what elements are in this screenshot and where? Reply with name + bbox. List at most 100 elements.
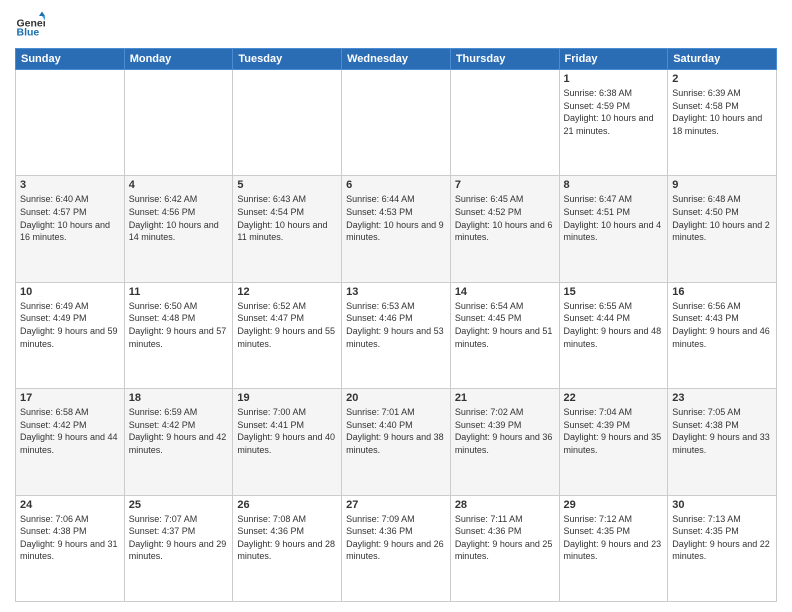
day-cell (450, 70, 559, 176)
day-cell: 20Sunrise: 7:01 AM Sunset: 4:40 PM Dayli… (342, 389, 451, 495)
week-row-4: 24Sunrise: 7:06 AM Sunset: 4:38 PM Dayli… (16, 495, 777, 601)
calendar-table: SundayMondayTuesdayWednesdayThursdayFrid… (15, 48, 777, 602)
day-number: 12 (237, 286, 337, 298)
day-info: Sunrise: 7:02 AM Sunset: 4:39 PM Dayligh… (455, 406, 555, 456)
calendar: SundayMondayTuesdayWednesdayThursdayFrid… (15, 48, 777, 602)
day-number: 4 (129, 179, 229, 191)
logo: General Blue (15, 10, 45, 40)
day-info: Sunrise: 6:55 AM Sunset: 4:44 PM Dayligh… (564, 300, 664, 350)
day-info: Sunrise: 7:04 AM Sunset: 4:39 PM Dayligh… (564, 406, 664, 456)
day-cell (124, 70, 233, 176)
day-number: 22 (564, 392, 664, 404)
day-info: Sunrise: 6:45 AM Sunset: 4:52 PM Dayligh… (455, 193, 555, 243)
day-number: 18 (129, 392, 229, 404)
day-info: Sunrise: 6:48 AM Sunset: 4:50 PM Dayligh… (672, 193, 772, 243)
day-cell (233, 70, 342, 176)
day-number: 3 (20, 179, 120, 191)
day-number: 14 (455, 286, 555, 298)
header: General Blue (15, 10, 777, 40)
day-number: 10 (20, 286, 120, 298)
day-info: Sunrise: 6:54 AM Sunset: 4:45 PM Dayligh… (455, 300, 555, 350)
day-cell: 9 Sunrise: 6:48 AM Sunset: 4:50 PM Daylig… (668, 176, 777, 282)
day-info: Sunrise: 6:49 AM Sunset: 4:49 PM Dayligh… (20, 300, 120, 350)
week-row-2: 10 Sunrise: 6:49 AM Sunset: 4:49 PM Dayli… (16, 282, 777, 388)
day-info: Sunrise: 6:50 AM Sunset: 4:48 PM Dayligh… (129, 300, 229, 350)
weekday-header-thursday: Thursday (450, 49, 559, 70)
day-cell: 6 Sunrise: 6:44 AM Sunset: 4:53 PM Daylig… (342, 176, 451, 282)
day-info: Sunrise: 7:12 AM Sunset: 4:35 PM Dayligh… (564, 513, 664, 563)
day-cell: 4 Sunrise: 6:42 AM Sunset: 4:56 PM Daylig… (124, 176, 233, 282)
day-number: 17 (20, 392, 120, 404)
day-cell: 15 Sunrise: 6:55 AM Sunset: 4:44 PM Dayli… (559, 282, 668, 388)
weekday-header-monday: Monday (124, 49, 233, 70)
day-cell: 21 Sunrise: 7:02 AM Sunset: 4:39 PM Dayli… (450, 389, 559, 495)
day-number: 23 (672, 392, 772, 404)
day-cell: 12Sunrise: 6:52 AM Sunset: 4:47 PM Dayli… (233, 282, 342, 388)
day-cell: 29 Sunrise: 7:12 AM Sunset: 4:35 PM Dayli… (559, 495, 668, 601)
day-info: Sunrise: 6:38 AM Sunset: 4:59 PM Dayligh… (564, 87, 664, 137)
day-cell: 28Sunrise: 7:11 AM Sunset: 4:36 PM Dayli… (450, 495, 559, 601)
svg-text:Blue: Blue (17, 27, 40, 39)
logo-icon: General Blue (15, 10, 45, 40)
day-info: Sunrise: 7:06 AM Sunset: 4:38 PM Dayligh… (20, 513, 120, 563)
day-info: Sunrise: 7:09 AM Sunset: 4:36 PM Dayligh… (346, 513, 446, 563)
day-cell: 17Sunrise: 6:58 AM Sunset: 4:42 PM Dayli… (16, 389, 125, 495)
day-info: Sunrise: 6:59 AM Sunset: 4:42 PM Dayligh… (129, 406, 229, 456)
day-number: 16 (672, 286, 772, 298)
day-number: 13 (346, 286, 446, 298)
day-cell: 13 Sunrise: 6:53 AM Sunset: 4:46 PM Dayli… (342, 282, 451, 388)
day-info: Sunrise: 6:56 AM Sunset: 4:43 PM Dayligh… (672, 300, 772, 350)
day-number: 5 (237, 179, 337, 191)
day-info: Sunrise: 6:44 AM Sunset: 4:53 PM Dayligh… (346, 193, 446, 243)
weekday-header-saturday: Saturday (668, 49, 777, 70)
day-number: 26 (237, 499, 337, 511)
day-number: 20 (346, 392, 446, 404)
day-number: 15 (564, 286, 664, 298)
day-number: 2 (672, 73, 772, 85)
day-cell: 8 Sunrise: 6:47 AM Sunset: 4:51 PM Daylig… (559, 176, 668, 282)
day-number: 25 (129, 499, 229, 511)
weekday-header-friday: Friday (559, 49, 668, 70)
day-number: 6 (346, 179, 446, 191)
day-cell: 7 Sunrise: 6:45 AM Sunset: 4:52 PM Daylig… (450, 176, 559, 282)
day-cell: 22 Sunrise: 7:04 AM Sunset: 4:39 PM Dayli… (559, 389, 668, 495)
day-info: Sunrise: 6:43 AM Sunset: 4:54 PM Dayligh… (237, 193, 337, 243)
day-info: Sunrise: 7:13 AM Sunset: 4:35 PM Dayligh… (672, 513, 772, 563)
day-cell: 23 Sunrise: 7:05 AM Sunset: 4:38 PM Dayli… (668, 389, 777, 495)
day-number: 8 (564, 179, 664, 191)
weekday-header-sunday: Sunday (16, 49, 125, 70)
weekday-header-wednesday: Wednesday (342, 49, 451, 70)
day-info: Sunrise: 6:47 AM Sunset: 4:51 PM Dayligh… (564, 193, 664, 243)
day-cell: 26 Sunrise: 7:08 AM Sunset: 4:36 PM Dayli… (233, 495, 342, 601)
week-row-1: 3Sunrise: 6:40 AM Sunset: 4:57 PM Daylig… (16, 176, 777, 282)
day-cell: 18 Sunrise: 6:59 AM Sunset: 4:42 PM Dayli… (124, 389, 233, 495)
calendar-page: General Blue SundayMondayTuesdayWednesda… (0, 0, 792, 612)
day-number: 9 (672, 179, 772, 191)
day-cell: 10 Sunrise: 6:49 AM Sunset: 4:49 PM Dayli… (16, 282, 125, 388)
day-number: 30 (672, 499, 772, 511)
day-info: Sunrise: 7:05 AM Sunset: 4:38 PM Dayligh… (672, 406, 772, 456)
day-number: 29 (564, 499, 664, 511)
day-number: 1 (564, 73, 664, 85)
day-info: Sunrise: 7:11 AM Sunset: 4:36 PM Dayligh… (455, 513, 555, 563)
day-info: Sunrise: 7:08 AM Sunset: 4:36 PM Dayligh… (237, 513, 337, 563)
day-cell: 30 Sunrise: 7:13 AM Sunset: 4:35 PM Dayli… (668, 495, 777, 601)
day-info: Sunrise: 6:53 AM Sunset: 4:46 PM Dayligh… (346, 300, 446, 350)
weekday-header-row: SundayMondayTuesdayWednesdayThursdayFrid… (16, 49, 777, 70)
day-info: Sunrise: 7:07 AM Sunset: 4:37 PM Dayligh… (129, 513, 229, 563)
weekday-header-tuesday: Tuesday (233, 49, 342, 70)
day-cell: 19Sunrise: 7:00 AM Sunset: 4:41 PM Dayli… (233, 389, 342, 495)
day-info: Sunrise: 7:00 AM Sunset: 4:41 PM Dayligh… (237, 406, 337, 456)
day-cell: 3Sunrise: 6:40 AM Sunset: 4:57 PM Daylig… (16, 176, 125, 282)
day-info: Sunrise: 6:39 AM Sunset: 4:58 PM Dayligh… (672, 87, 772, 137)
day-cell: 11Sunrise: 6:50 AM Sunset: 4:48 PM Dayli… (124, 282, 233, 388)
day-cell (342, 70, 451, 176)
day-number: 21 (455, 392, 555, 404)
day-number: 27 (346, 499, 446, 511)
day-cell: 25 Sunrise: 7:07 AM Sunset: 4:37 PM Dayli… (124, 495, 233, 601)
day-cell: 27 Sunrise: 7:09 AM Sunset: 4:36 PM Dayli… (342, 495, 451, 601)
day-cell: 16 Sunrise: 6:56 AM Sunset: 4:43 PM Dayli… (668, 282, 777, 388)
day-info: Sunrise: 6:42 AM Sunset: 4:56 PM Dayligh… (129, 193, 229, 243)
day-number: 7 (455, 179, 555, 191)
day-cell: 2 Sunrise: 6:39 AM Sunset: 4:58 PM Daylig… (668, 70, 777, 176)
